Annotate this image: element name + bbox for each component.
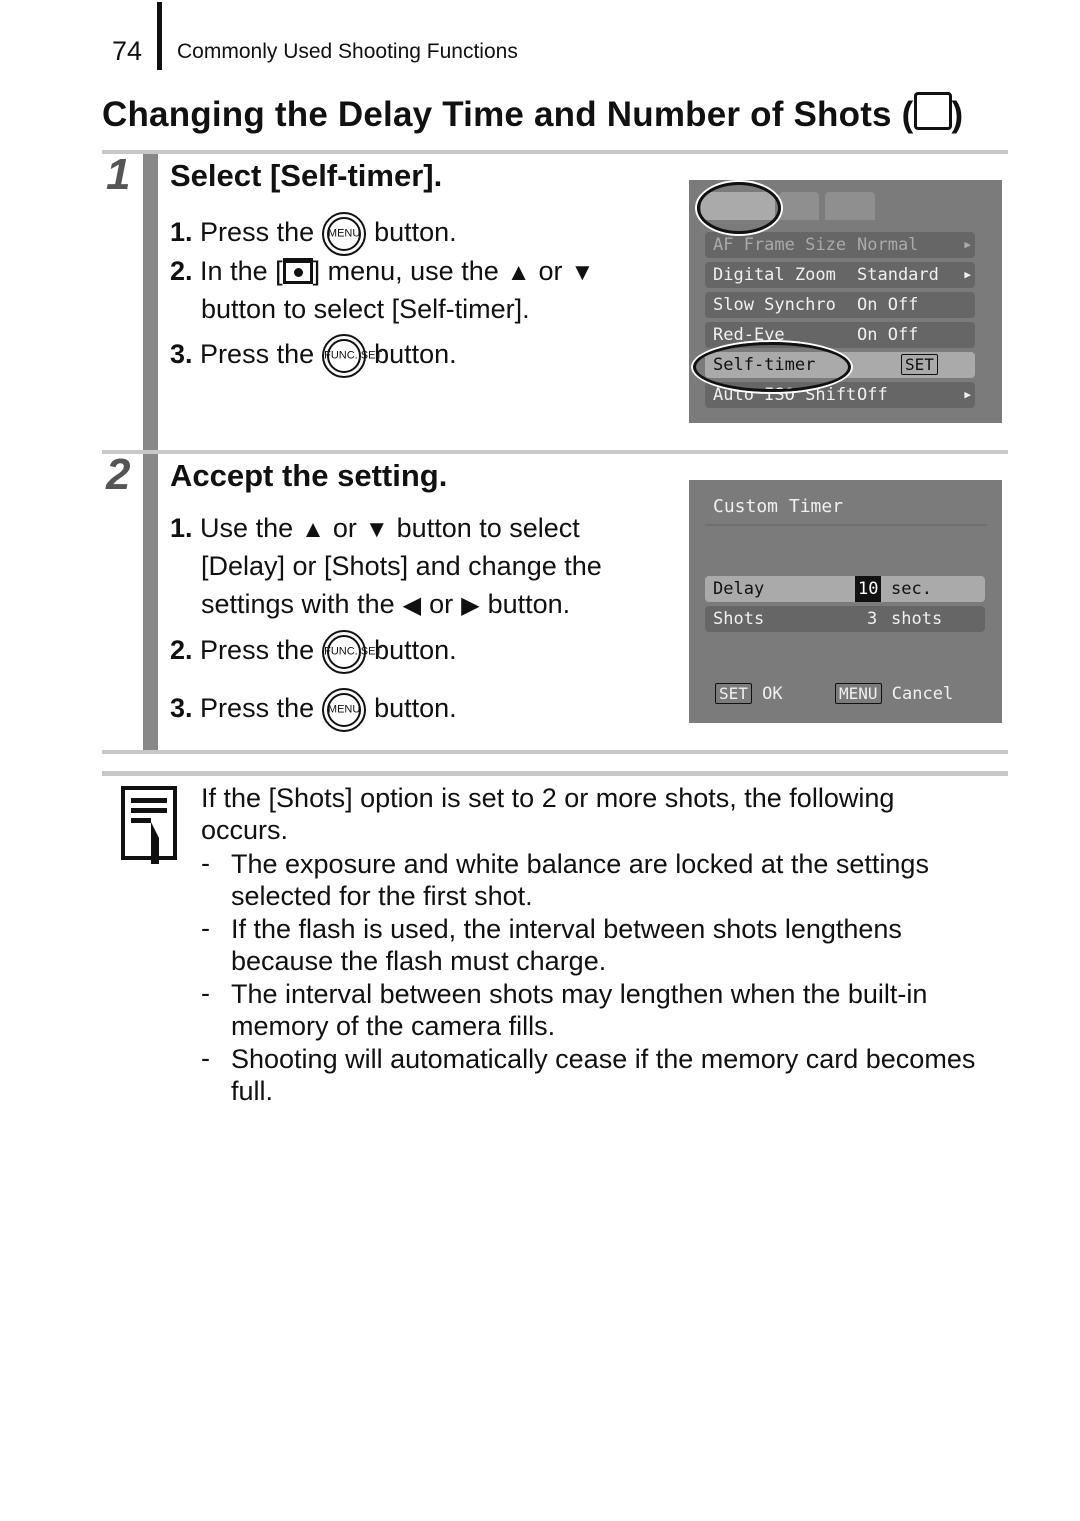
- my-camera-tab: [825, 192, 875, 220]
- down-arrow-icon: ▼: [570, 259, 595, 286]
- down-arrow-icon: ▼: [364, 516, 389, 543]
- divider: [102, 750, 1008, 754]
- note-bullet: The interval between shots may lengthen …: [231, 979, 928, 1041]
- header-divider: [157, 2, 162, 70]
- camera-screen-custom-timer: Custom Timer Delay 10 sec. Shots 3 shots SET…: [689, 480, 1002, 723]
- bullet-dash: -: [201, 978, 210, 1008]
- func-set-button-icon: FUNC. SET: [322, 630, 382, 674]
- text: Press the: [200, 693, 315, 724]
- self-timer-custom-icon: [913, 92, 952, 130]
- note-icon: [121, 786, 177, 864]
- note-bullet: The exposure and white balance are locke…: [231, 849, 929, 911]
- text: or: [538, 256, 563, 286]
- up-arrow-icon: ▲: [301, 516, 325, 543]
- step-heading: Accept the setting.: [170, 458, 448, 493]
- setup-tab: [779, 192, 819, 220]
- text: Press the: [200, 217, 315, 248]
- func-set-button-icon: FUNC. SET: [322, 334, 382, 378]
- instruction-cont: [Delay] or [Shots] and change the: [201, 551, 602, 581]
- instruction: 1. Use the ▲ or ▼ button to select: [170, 513, 580, 544]
- menu-row: Digital Zoom Standard ▶: [705, 262, 975, 288]
- instruction: 3. Press the FUNC. SET button.: [170, 334, 457, 378]
- note-bullet: If the flash is used, the interval betwe…: [231, 914, 902, 976]
- instruction: 1. Press the MENU button.: [170, 212, 457, 256]
- instruction-cont: settings with the ◀ or ▶ button.: [201, 589, 570, 620]
- camera-screen-menu: AF Frame Size Normal ▶ Digital Zoom Standar…: [689, 180, 1002, 423]
- item-num: 1.: [170, 513, 193, 543]
- instruction-cont: button to select [Self-timer].: [201, 294, 530, 324]
- cancel-hint: MENU Cancel: [835, 683, 953, 704]
- menu-button-icon: MENU: [322, 212, 367, 256]
- text: button.: [374, 635, 457, 666]
- screen-title: Custom Timer: [713, 496, 844, 517]
- text: button.: [487, 589, 571, 619]
- text: button to select: [396, 513, 580, 543]
- instruction: 2. Press the FUNC. SET button.: [170, 630, 457, 674]
- item-num: 3.: [170, 693, 193, 724]
- shots-row: Shots 3 shots: [705, 606, 985, 632]
- divider: [102, 450, 1008, 454]
- text: In the [: [200, 256, 283, 286]
- menu-button-icon: MENU: [322, 688, 367, 732]
- note-intro: If the [Shots] option is set to 2 or mor…: [201, 783, 895, 845]
- bullet-dash: -: [201, 848, 210, 878]
- bullet-dash: -: [201, 1043, 210, 1073]
- note-bullet: Shooting will automatically cease if the…: [231, 1044, 976, 1106]
- highlight-oval: [697, 182, 781, 234]
- text: or: [429, 589, 454, 619]
- step-number: 1: [106, 150, 131, 199]
- highlight-oval: [693, 342, 851, 392]
- up-arrow-icon: ▲: [506, 259, 531, 286]
- page-title: Changing the Delay Time and Number of Sh…: [102, 92, 963, 135]
- text: settings with the: [201, 589, 395, 619]
- text: button.: [374, 339, 457, 370]
- menu-row: Slow Synchro On Off: [705, 292, 975, 318]
- item-num: 3.: [170, 339, 193, 370]
- item-num: 1.: [170, 217, 193, 248]
- right-arrow-icon: ▶: [461, 592, 480, 619]
- step-heading: Select [Self-timer].: [170, 158, 443, 193]
- ok-hint: SET OK: [715, 683, 783, 704]
- text: Press the: [200, 339, 315, 370]
- delay-row: Delay 10 sec.: [705, 576, 985, 602]
- text: button.: [374, 217, 457, 248]
- divider: [102, 150, 1008, 154]
- step-number: 2: [106, 450, 131, 499]
- bullet-dash: -: [201, 913, 210, 943]
- title-end: ): [951, 95, 964, 134]
- title-text: Changing the Delay Time and Number of Sh…: [102, 95, 914, 134]
- instruction: 3. Press the MENU button.: [170, 688, 457, 732]
- page-number: 74: [112, 36, 143, 66]
- left-arrow-icon: ◀: [402, 592, 422, 619]
- text: button.: [374, 693, 457, 724]
- camera-menu-icon: [282, 258, 313, 284]
- divider: [102, 771, 1008, 776]
- step-bar: [143, 154, 158, 450]
- text: or: [332, 513, 357, 543]
- instruction: 2. In the [ ] menu, use the ▲ or ▼: [170, 256, 602, 287]
- text: ] menu, use the: [312, 256, 499, 286]
- item-num: 2.: [170, 256, 193, 286]
- text: Use the: [200, 513, 294, 543]
- text: Press the: [200, 635, 315, 666]
- section-title: Commonly Used Shooting Functions: [177, 40, 518, 63]
- menu-row: AF Frame Size Normal ▶: [705, 232, 975, 258]
- divider: [705, 524, 987, 526]
- step-bar: [143, 454, 158, 750]
- item-num: 2.: [170, 635, 193, 666]
